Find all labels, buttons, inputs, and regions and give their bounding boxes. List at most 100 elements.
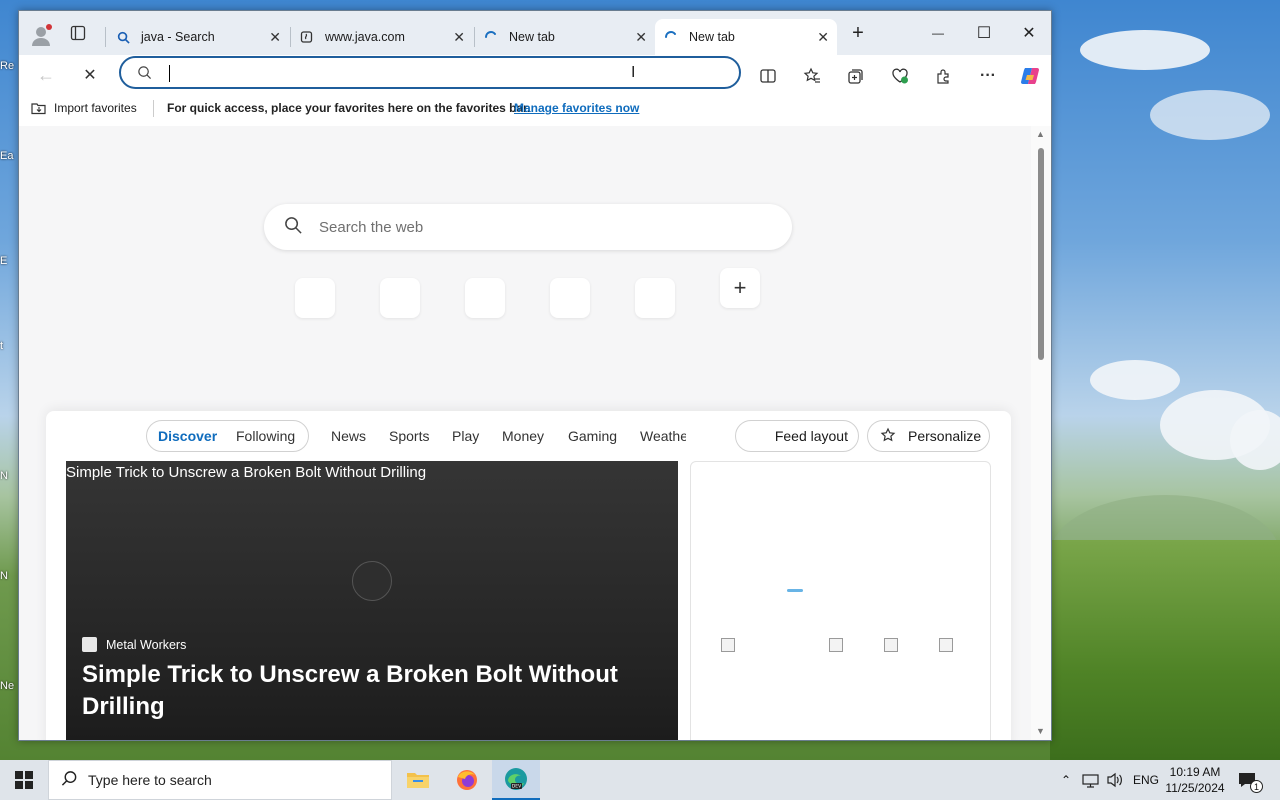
search-icon [61, 770, 78, 790]
taskbar-search-box[interactable]: Type here to search [48, 760, 392, 800]
volume-button[interactable] [1106, 760, 1124, 800]
tab-separator [105, 27, 106, 47]
stop-icon: ✕ [83, 67, 97, 84]
personalize-button[interactable]: Personalize [867, 420, 990, 452]
minimize-icon: — [932, 26, 944, 40]
network-button[interactable] [1082, 760, 1099, 800]
browser-essentials-button[interactable] [885, 61, 915, 91]
tab-new-tab-active[interactable]: New tab ✕ [655, 19, 837, 55]
quick-link-tile[interactable] [380, 278, 420, 318]
close-icon: ✕ [1022, 25, 1036, 42]
close-window-button[interactable]: ✕ [1014, 21, 1044, 45]
desktop-icon-partial[interactable]: Ne [0, 680, 18, 692]
tab-new-tab[interactable]: New tab ✕ [475, 19, 655, 55]
svg-text:DEV: DEV [512, 784, 522, 790]
loading-spinner [352, 561, 392, 601]
desktop-icon-partial[interactable]: t [0, 340, 18, 352]
quick-link-tile[interactable] [295, 278, 335, 318]
feed-tab-gaming[interactable]: Gaming [568, 428, 617, 444]
scroll-down-icon[interactable]: ▼ [1036, 726, 1045, 736]
import-favorites-button[interactable]: Import favorites [31, 101, 137, 115]
split-screen-button[interactable] [753, 61, 783, 91]
tab-close-icon[interactable]: ✕ [269, 29, 281, 46]
tab-close-icon[interactable]: ✕ [817, 29, 829, 46]
edge-dev-button[interactable]: DEV [492, 760, 540, 800]
sparkle-star-icon [880, 427, 896, 442]
web-search-box[interactable]: Search the web [264, 204, 792, 250]
split-screen-icon [760, 69, 776, 83]
desktop-icon-partial[interactable]: Re [0, 60, 18, 72]
start-button[interactable] [0, 760, 48, 800]
edge-dev-icon: DEV [505, 768, 527, 790]
new-tab-button[interactable]: + [843, 21, 873, 45]
clock-button[interactable]: 10:19 AM 11/25/2024 [1164, 760, 1226, 800]
clock-time: 10:19 AM [1169, 765, 1221, 779]
copilot-button[interactable] [1015, 61, 1045, 91]
desktop-icon-partial[interactable]: E [0, 255, 18, 267]
address-input[interactable] [163, 64, 703, 82]
minimize-button[interactable]: — [923, 21, 953, 45]
publisher-logo-icon [82, 637, 97, 652]
profile-avatar[interactable] [29, 23, 53, 47]
loading-icon [663, 29, 679, 45]
feed-layout-button[interactable]: Feed layout [735, 420, 859, 452]
favorites-button[interactable] [797, 61, 827, 91]
manage-favorites-link[interactable]: Manage favorites now [514, 101, 639, 115]
feed-tab-sports[interactable]: Sports [389, 428, 429, 444]
speaker-icon [1107, 772, 1122, 788]
tab-java-search[interactable]: java - Search ✕ [107, 19, 289, 55]
file-explorer-button[interactable] [394, 760, 442, 800]
extensions-button[interactable] [929, 61, 959, 91]
sidebar-card [690, 461, 991, 740]
stop-button[interactable]: ✕ [75, 60, 105, 90]
feed-layout-label: Feed layout [774, 428, 848, 444]
arrow-left-icon: ← [37, 64, 55, 85]
desktop-icon-partial[interactable]: N [0, 470, 18, 482]
scrollbar-thumb[interactable] [1038, 148, 1044, 360]
favorites-prompt: For quick access, place your favorites h… [167, 101, 531, 115]
clock-date: 11/25/2024 [1165, 781, 1225, 795]
feed-tab-discover[interactable]: Discover [158, 428, 217, 444]
add-shortcut-button[interactable]: + [720, 268, 760, 308]
collections-button[interactable] [841, 61, 871, 91]
feed-tab-weather[interactable]: Weathe [640, 428, 686, 444]
notifications-button[interactable]: 1 [1238, 760, 1263, 800]
chevron-up-icon: ⌃ [1060, 773, 1072, 787]
scroll-up-icon[interactable]: ▲ [1036, 129, 1045, 139]
tab-close-icon[interactable]: ✕ [453, 29, 465, 46]
plus-icon: + [852, 21, 864, 44]
back-button[interactable]: ← [31, 60, 61, 90]
desktop-icon-partial[interactable]: N [0, 570, 18, 582]
tab-close-icon[interactable]: ✕ [635, 29, 647, 46]
personalize-label: Personalize [908, 428, 982, 444]
desktop-icon-partial[interactable]: Ea [0, 150, 18, 162]
feed-tab-news[interactable]: News [331, 428, 366, 444]
hero-article-card[interactable]: Simple Trick to Unscrew a Broken Bolt Wi… [66, 461, 678, 740]
quick-link-tile[interactable] [635, 278, 675, 318]
tab-title: java - Search [141, 30, 215, 44]
quick-link-tile[interactable] [465, 278, 505, 318]
address-bar[interactable]: I [119, 56, 741, 89]
tab-java-com[interactable]: www.java.com ✕ [291, 19, 473, 55]
feed-tab-money[interactable]: Money [502, 428, 544, 444]
favorites-star-icon [803, 67, 820, 83]
show-hidden-icons-button[interactable]: ⌃ [1058, 760, 1074, 800]
settings-more-button[interactable]: ··· [973, 61, 1003, 91]
feed-tab-play[interactable]: Play [452, 428, 479, 444]
search-icon [115, 29, 131, 45]
tab-actions-button[interactable] [63, 21, 93, 45]
browser-window: java - Search ✕ www.java.com ✕ New tab ✕… [18, 10, 1052, 741]
language-label: ENG [1133, 773, 1160, 787]
input-language-button[interactable]: ENG [1133, 760, 1159, 800]
maximize-button[interactable]: ☐ [969, 21, 999, 45]
feed-tab-following[interactable]: Following [236, 428, 295, 444]
cloud [1230, 410, 1280, 470]
grass-field [1050, 540, 1280, 760]
notification-count-badge: 1 [1250, 780, 1263, 793]
firefox-button[interactable] [443, 760, 491, 800]
page-scrollbar[interactable]: ▲ ▼ [1031, 126, 1051, 740]
windows-logo-icon [15, 771, 33, 789]
article-headline[interactable]: Simple Trick to Unscrew a Broken Bolt Wi… [82, 659, 642, 723]
tab-actions-icon [70, 25, 86, 41]
quick-link-tile[interactable] [550, 278, 590, 318]
